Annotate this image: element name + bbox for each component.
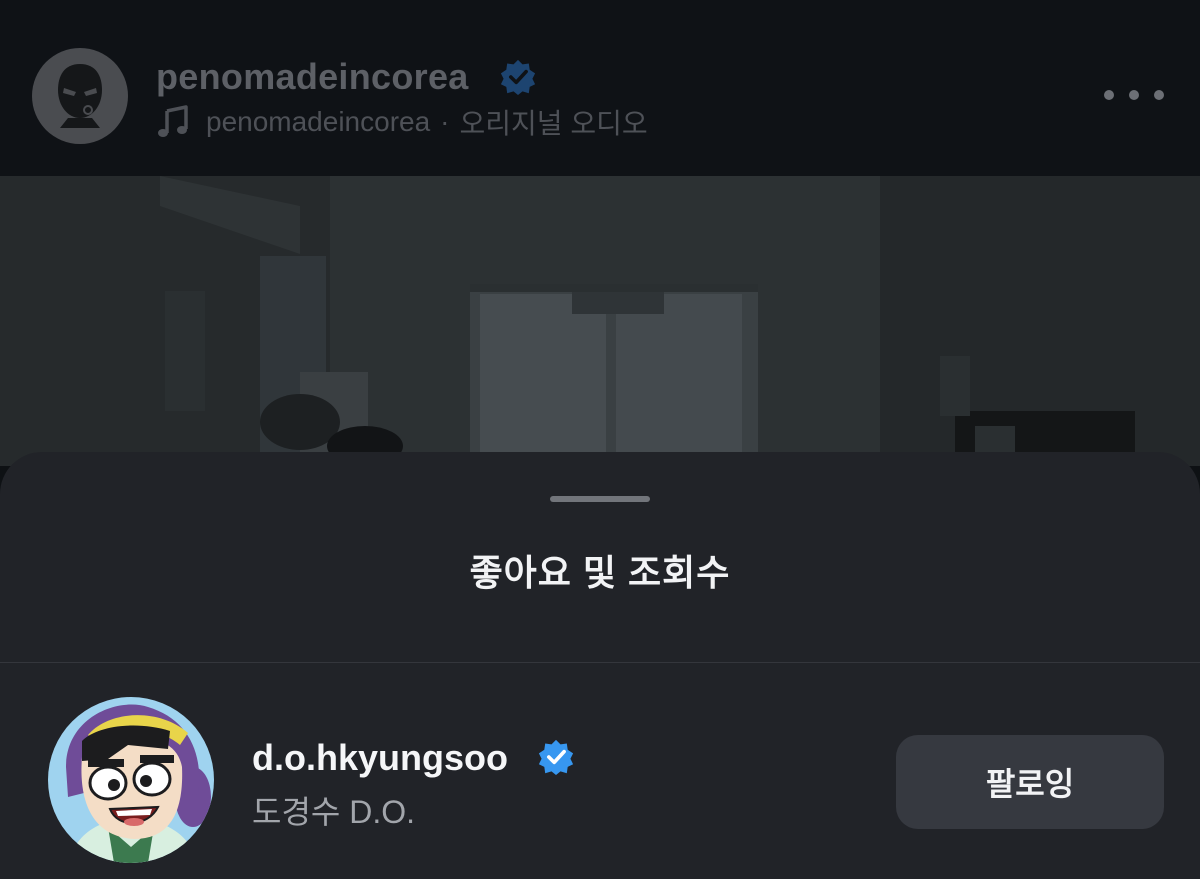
more-dot bbox=[1129, 90, 1139, 100]
liker-full-name: 도경수 D.O. bbox=[252, 794, 415, 830]
post-author-avatar[interactable] bbox=[32, 48, 128, 144]
liker-username[interactable]: d.o.hkyungsoo bbox=[252, 737, 508, 779]
post-header: penomadeincorea penomadeincorea · 오리지널 오… bbox=[0, 0, 1200, 176]
music-note-icon bbox=[158, 105, 188, 137]
audio-artist: penomadeincorea bbox=[206, 106, 431, 137]
audio-title: 오리지널 오디오 bbox=[459, 108, 648, 139]
list-item[interactable]: d.o.hkyungsoo 도경수 D.O. 팔로잉 bbox=[0, 663, 1200, 879]
video-scene bbox=[0, 176, 1200, 466]
verified-badge-icon bbox=[538, 739, 574, 775]
more-options-icon[interactable] bbox=[1104, 80, 1164, 110]
verified-badge-icon bbox=[500, 59, 536, 95]
avatar[interactable] bbox=[48, 697, 214, 863]
video-frame[interactable] bbox=[0, 176, 1200, 466]
masked-face-icon bbox=[58, 64, 102, 128]
cartoon-avatar-image bbox=[48, 697, 214, 863]
sheet-grabber[interactable] bbox=[550, 496, 650, 502]
audio-attribution[interactable]: penomadeincorea · 오리지널 오디오 bbox=[156, 104, 648, 140]
likes-sheet: 좋아요 및 조회수 d.o.hkyungsoo 도경수 D.O. 팔로잉 bbox=[0, 452, 1200, 879]
following-button[interactable]: 팔로잉 bbox=[896, 735, 1164, 829]
audio-separator: · bbox=[440, 106, 450, 137]
post-author-username[interactable]: penomadeincorea bbox=[156, 56, 469, 98]
sheet-title: 좋아요 및 조회수 bbox=[469, 552, 731, 593]
more-dot bbox=[1104, 90, 1114, 100]
more-dot bbox=[1154, 90, 1164, 100]
